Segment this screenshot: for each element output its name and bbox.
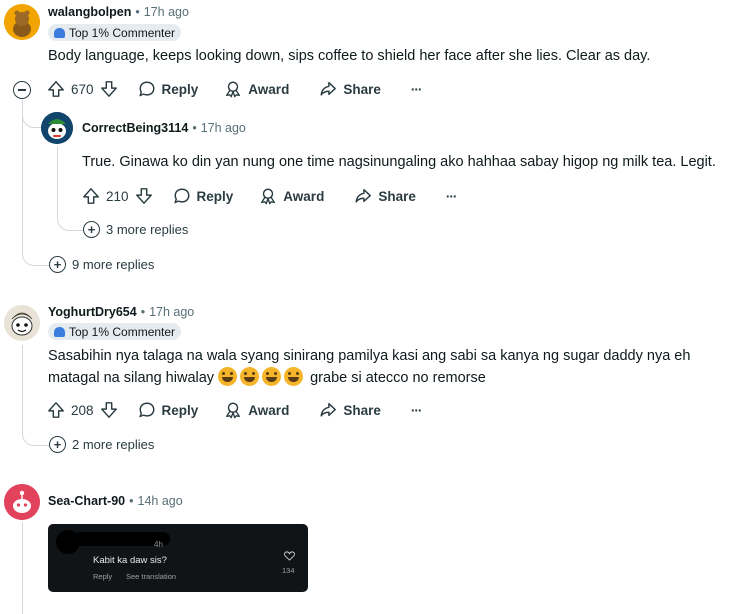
award-icon — [261, 188, 276, 205]
username[interactable]: CorrectBeing3114 — [82, 121, 188, 135]
upvote-button[interactable]: 210 — [82, 187, 129, 205]
award-button[interactable]: Award — [259, 187, 324, 205]
reply-thread-elbow — [57, 205, 83, 231]
downvote-button[interactable] — [135, 187, 153, 205]
embed-translate: See translation — [126, 572, 177, 581]
embed-text: Kabit ka daw sis? — [93, 555, 167, 566]
award-button[interactable]: Award — [224, 401, 289, 419]
embed-like-count: 134 — [282, 566, 295, 575]
collapse-thread-button[interactable] — [13, 81, 31, 99]
laughing-emoji-icon — [284, 367, 304, 386]
reply-meta: CorrectBeing3114 • 17h ago — [82, 121, 246, 135]
plus-circle-icon: + — [49, 256, 66, 273]
plus-circle-icon: + — [83, 221, 100, 238]
vote-count: 208 — [71, 402, 94, 418]
avatar[interactable] — [4, 305, 40, 341]
avatar[interactable] — [41, 112, 73, 144]
award-icon — [226, 402, 241, 419]
arrow-down-icon — [100, 402, 117, 418]
snoo-avatar-icon — [4, 4, 40, 40]
share-arrow-icon — [320, 402, 337, 417]
more-dots-icon: ··· — [445, 188, 457, 204]
arrow-down-icon — [135, 188, 152, 204]
embed-timestamp: 4h — [154, 540, 163, 549]
vote-count: 670 — [71, 81, 94, 97]
username[interactable]: YoghurtDry654 — [48, 305, 137, 319]
username[interactable]: Sea-Chart-90 — [48, 494, 125, 508]
more-replies-button[interactable]: + 9 more replies — [49, 256, 154, 273]
avatar[interactable] — [4, 484, 40, 520]
reply-button[interactable]: Reply — [138, 401, 198, 419]
avatar[interactable] — [4, 4, 40, 40]
speech-bubble-icon — [138, 402, 155, 418]
snoo-avatar-icon — [41, 112, 73, 144]
share-button[interactable]: Share — [319, 80, 381, 98]
reply-button[interactable]: Reply — [173, 187, 233, 205]
timestamp[interactable]: 17h ago — [201, 121, 246, 135]
thread-line[interactable] — [22, 345, 23, 430]
downvote-button[interactable] — [100, 80, 118, 98]
reply-button[interactable]: Reply — [138, 80, 198, 98]
timestamp[interactable]: 14h ago — [138, 494, 183, 508]
comment-text: Body language, keeps looking down, sips … — [48, 48, 651, 64]
share-button[interactable]: Share — [319, 401, 381, 419]
comment-meta: YoghurtDry654 • 17h ago — [48, 305, 195, 319]
more-replies-button[interactable]: + 3 more replies — [83, 221, 188, 238]
thread-line[interactable] — [22, 100, 23, 250]
reply-text: True. Ginawa ko din yan nung one time na… — [82, 154, 716, 170]
arrow-up-icon — [83, 188, 99, 204]
laughing-emoji-icon — [218, 367, 238, 386]
arrow-up-icon — [48, 402, 64, 418]
share-button[interactable]: Share — [354, 187, 416, 205]
more-replies-button[interactable]: + 2 more replies — [49, 436, 154, 453]
share-arrow-icon — [320, 81, 337, 96]
comment-meta: Sea-Chart-90 • 14h ago — [48, 494, 183, 508]
badge-icon — [54, 326, 65, 337]
arrow-up-icon — [48, 81, 64, 97]
plus-circle-icon: + — [49, 436, 66, 453]
laughing-emoji-icon — [240, 367, 260, 386]
overflow-menu-button[interactable]: ··· — [411, 82, 422, 97]
heart-icon — [284, 551, 295, 561]
timestamp[interactable]: 17h ago — [144, 5, 189, 19]
share-arrow-icon — [355, 188, 372, 203]
comment-actions: 208 Reply Award Share ··· — [47, 399, 422, 421]
minus-circle-icon — [18, 89, 26, 91]
more-dots-icon: ··· — [410, 402, 422, 418]
award-button[interactable]: Award — [224, 80, 289, 98]
speech-bubble-icon — [138, 81, 155, 97]
badge-icon — [54, 27, 65, 38]
overflow-menu-button[interactable]: ··· — [411, 403, 422, 418]
top-commenter-badge: Top 1% Commenter — [48, 24, 182, 41]
more-dots-icon: ··· — [410, 81, 422, 97]
thread-elbow — [22, 420, 50, 446]
reply-elbow — [22, 100, 42, 128]
vote-count: 210 — [106, 188, 129, 204]
comment-text: Sasabihin nya talaga na wala syang sinir… — [48, 348, 691, 386]
speech-bubble-icon — [173, 188, 190, 204]
reply-actions: 210 Reply Award Share ··· — [82, 185, 457, 207]
timestamp[interactable]: 17h ago — [149, 305, 194, 319]
upvote-button[interactable]: 670 — [47, 80, 94, 98]
embedded-screenshot[interactable]: 4h Kabit ka daw sis? Reply See translati… — [48, 524, 308, 592]
upvote-button[interactable]: 208 — [47, 401, 94, 419]
snoo-avatar-icon — [4, 484, 40, 520]
thread-line[interactable] — [22, 522, 23, 614]
comment-actions: 670 Reply Award Share ··· — [47, 78, 422, 100]
top-commenter-badge: Top 1% Commenter — [48, 323, 182, 340]
snoo-avatar-icon — [4, 305, 40, 341]
laughing-emoji-icon — [262, 367, 282, 386]
downvote-button[interactable] — [100, 401, 118, 419]
overflow-menu-button[interactable]: ··· — [446, 189, 457, 204]
award-icon — [226, 81, 241, 98]
comment-meta: walangbolpen • 17h ago — [48, 5, 189, 19]
thread-elbow — [22, 240, 50, 266]
arrow-down-icon — [100, 81, 117, 97]
embed-reply: Reply — [93, 572, 113, 581]
username[interactable]: walangbolpen — [48, 5, 131, 19]
